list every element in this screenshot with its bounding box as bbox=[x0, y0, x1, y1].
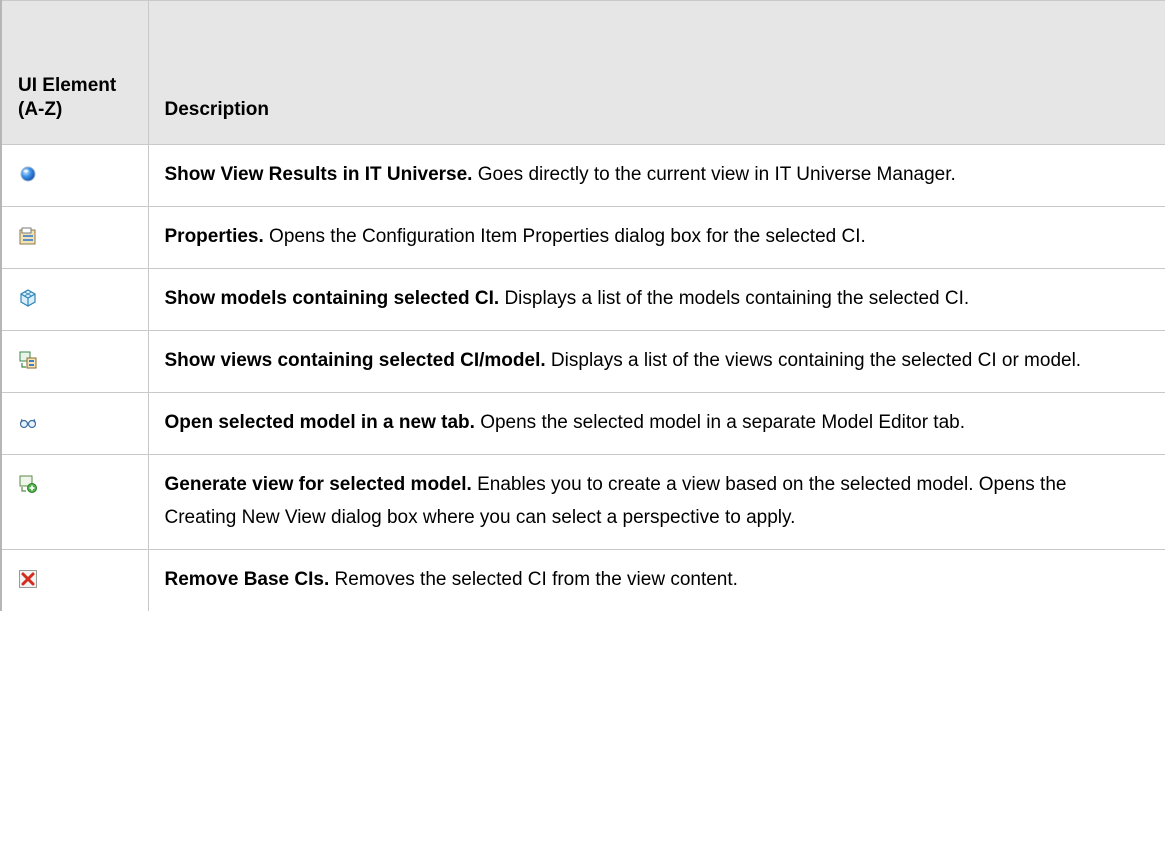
table-header-row: UI Element (A-Z) Description bbox=[0, 0, 1165, 145]
row-element-name: Remove Base CIs. bbox=[164, 569, 330, 590]
glasses-icon bbox=[19, 418, 37, 429]
table-row: Properties. Opens the Configuration Item… bbox=[0, 206, 1165, 269]
properties-icon bbox=[19, 227, 36, 245]
table-row: Show View Results in IT Universe. Goes d… bbox=[0, 144, 1165, 207]
row-element-name: Show views containing selected CI/model. bbox=[164, 350, 546, 371]
generate-view-icon bbox=[19, 475, 37, 493]
ui-elements-table: UI Element (A-Z) Description Show View R… bbox=[0, 0, 1165, 611]
row-element-name: Open selected model in a new tab. bbox=[164, 412, 475, 433]
table-row: Show models containing selected CI. Disp… bbox=[0, 268, 1165, 331]
row-element-name: Properties. bbox=[164, 226, 264, 247]
remove-x-icon bbox=[19, 570, 37, 588]
table-row: Generate view for selected model. Enable… bbox=[0, 454, 1165, 550]
table-row: Open selected model in a new tab. Opens … bbox=[0, 392, 1165, 455]
model-cube-icon bbox=[20, 289, 36, 307]
header-description: Description bbox=[148, 0, 1165, 145]
views-containing-icon bbox=[19, 351, 37, 369]
row-description: Opens the selected model in a separate M… bbox=[474, 412, 965, 433]
row-description: Removes the selected CI from the view co… bbox=[329, 569, 738, 590]
row-element-name: Generate view for selected model. bbox=[164, 474, 472, 495]
row-description: Opens the Configuration Item Properties … bbox=[263, 226, 866, 247]
row-description: Displays a list of the models containing… bbox=[499, 288, 970, 309]
row-element-name: Show models containing selected CI. bbox=[164, 288, 500, 309]
table-row: Show views containing selected CI/model.… bbox=[0, 330, 1165, 393]
row-element-name: Show View Results in IT Universe. bbox=[164, 164, 473, 185]
table-row: Remove Base CIs. Removes the selected CI… bbox=[0, 549, 1165, 611]
row-description: Goes directly to the current view in IT … bbox=[472, 164, 956, 185]
header-ui-element: UI Element (A-Z) bbox=[0, 0, 149, 145]
globe-icon bbox=[20, 166, 36, 182]
row-description: Displays a list of the views containing … bbox=[545, 350, 1082, 371]
